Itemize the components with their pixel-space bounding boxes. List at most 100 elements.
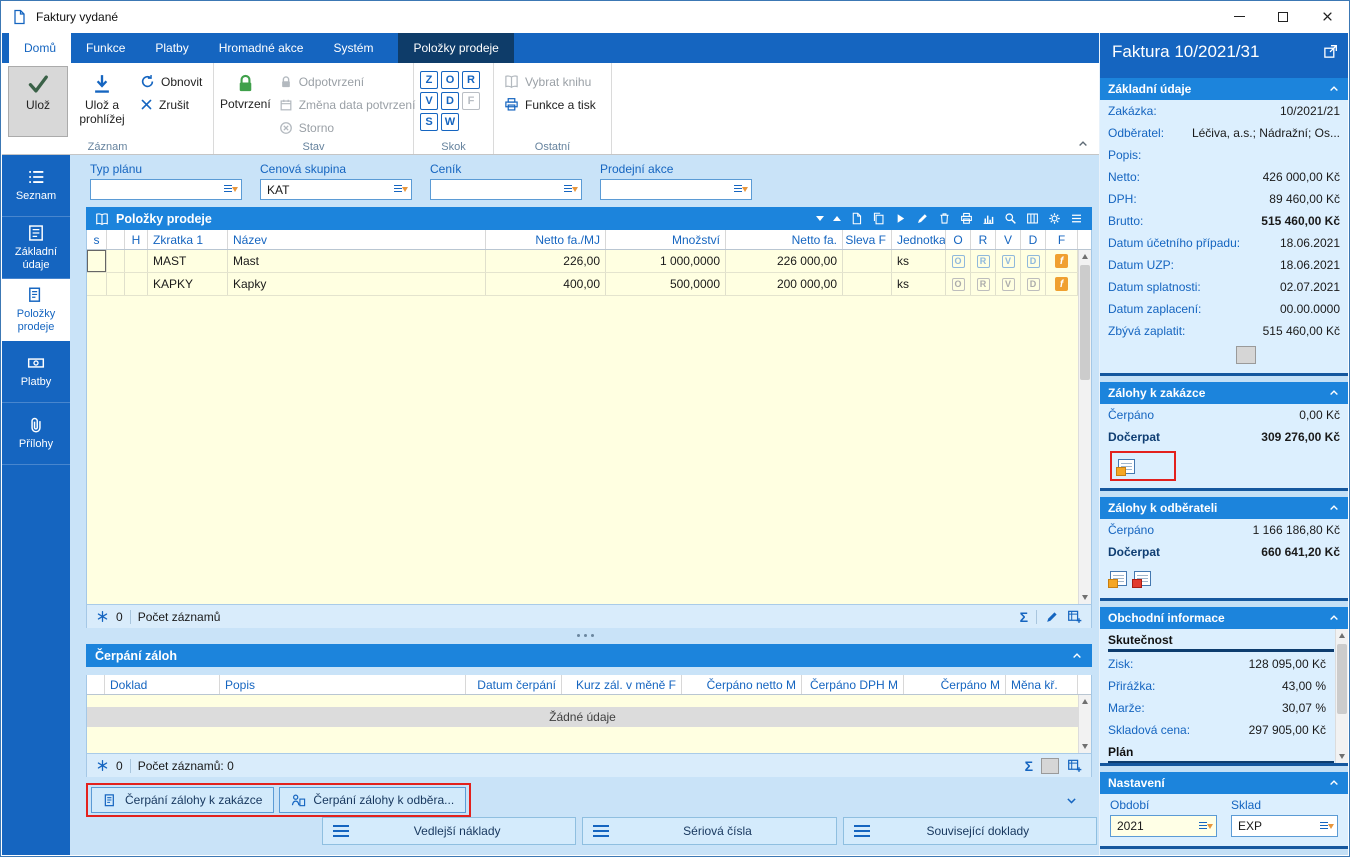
typ-planu-combobox[interactable] xyxy=(90,179,242,200)
scrollbar-thumb[interactable] xyxy=(1080,265,1090,380)
tab-domu[interactable]: Domů xyxy=(9,33,71,63)
tab-system[interactable]: Systém xyxy=(318,33,388,63)
column-header-cerpano[interactable]: Čerpáno M xyxy=(904,675,1006,694)
column-header-sleva[interactable]: Sleva F xyxy=(843,230,892,249)
flag-d-icon[interactable]: D xyxy=(1027,255,1040,268)
flag-f-icon[interactable]: f xyxy=(1055,254,1068,268)
table-add-icon[interactable] xyxy=(1067,609,1082,624)
copy-row-icon[interactable] xyxy=(872,212,885,225)
advance-doc-warning-icon[interactable] xyxy=(1134,571,1151,586)
scroll-down-arrow-icon[interactable] xyxy=(1079,591,1091,604)
cerpani-zalohy-k-zakazce-button[interactable]: Čerpání zálohy k zakázce xyxy=(91,787,274,813)
column-header-h[interactable]: H xyxy=(125,230,148,249)
jump-tile-r[interactable]: R xyxy=(462,71,480,89)
column-header-f[interactable]: F xyxy=(1046,230,1078,249)
jump-tile-w[interactable]: W xyxy=(441,113,459,131)
delete-trash-icon[interactable] xyxy=(938,212,951,225)
sidebar-item-polozky-prodeje[interactable]: Položky prodeje xyxy=(2,279,70,341)
column-header-netto-mj[interactable]: Netto fa./MJ xyxy=(486,230,606,249)
collapse-chevron-up-icon[interactable] xyxy=(1328,612,1340,624)
table-row[interactable]: KAPKY Kapky 400,00 500,0000 200 000,00 k… xyxy=(87,273,1078,296)
window-close-button[interactable] xyxy=(1305,1,1349,32)
collapse-chevron-up-icon[interactable] xyxy=(1328,83,1340,95)
section-header[interactable]: Zálohy k odběrateli xyxy=(1100,497,1348,519)
column-header-marker[interactable] xyxy=(107,230,125,249)
confirm-button[interactable]: Potvrzení xyxy=(220,66,271,137)
cell-netto-mj[interactable]: 226,00 xyxy=(486,250,606,272)
cell-marker[interactable] xyxy=(107,273,125,295)
prodejni-akce-combobox[interactable] xyxy=(600,179,752,200)
column-header-s[interactable]: s xyxy=(87,230,107,249)
collapse-chevron-up-icon[interactable] xyxy=(1071,650,1083,662)
flag-d-icon[interactable]: D xyxy=(1027,278,1040,291)
flag-r-icon[interactable]: R xyxy=(977,278,990,291)
caret-up-icon[interactable] xyxy=(833,216,841,221)
cell-nazev[interactable]: Kapky xyxy=(228,273,486,295)
run-icon[interactable] xyxy=(894,212,907,225)
cerpani-zalohy-k-odberateli-button[interactable]: Čerpání zálohy k odběra... xyxy=(279,787,466,813)
table-row[interactable]: MAST Mast 226,00 1 000,0000 226 000,00 k… xyxy=(87,250,1078,273)
obdobi-combobox[interactable]: 2021 xyxy=(1110,815,1217,837)
sum-icon[interactable]: Σ xyxy=(1025,759,1033,773)
combo-dropdown-icon[interactable] xyxy=(1319,820,1334,833)
items-vertical-scrollbar[interactable] xyxy=(1078,250,1091,604)
sum-icon[interactable]: Σ xyxy=(1020,610,1028,624)
column-header-mnozstvi[interactable]: Množství xyxy=(606,230,726,249)
vedlejsi-naklady-button[interactable]: Vedlejší náklady xyxy=(322,817,576,845)
cell-h[interactable] xyxy=(125,273,148,295)
table-add-icon[interactable] xyxy=(1067,758,1082,773)
flag-v-icon[interactable]: V xyxy=(1002,278,1015,291)
tab-platby[interactable]: Platby xyxy=(140,33,203,63)
section-header[interactable]: Základní údaje xyxy=(1100,78,1348,100)
functions-print-button[interactable]: Funkce a tisk xyxy=(500,94,600,115)
jump-tile-d[interactable]: D xyxy=(441,92,459,110)
cell-mnozstvi[interactable]: 500,0000 xyxy=(606,273,726,295)
column-header-datum[interactable]: Datum čerpání xyxy=(466,675,562,694)
jump-tile-z[interactable]: Z xyxy=(420,71,438,89)
cell-zkratka[interactable]: KAPKY xyxy=(148,273,228,295)
column-header-doklad[interactable]: Doklad xyxy=(105,675,220,694)
column-header-cerpano-dph[interactable]: Čerpáno DPH M xyxy=(802,675,904,694)
column-header-marker[interactable] xyxy=(87,675,105,694)
cell-netto-mj[interactable]: 400,00 xyxy=(486,273,606,295)
flag-o-icon[interactable]: O xyxy=(952,255,965,268)
collapse-chevron-up-icon[interactable] xyxy=(1328,387,1340,399)
tab-polozky-prodeje-context[interactable]: Položky prodeje xyxy=(398,33,513,63)
section-header[interactable]: Zálohy k zakázce xyxy=(1100,382,1348,404)
window-maximize-button[interactable] xyxy=(1261,1,1305,32)
section-header[interactable]: Obchodní informace xyxy=(1100,607,1348,629)
edit-pencil-icon[interactable] xyxy=(1045,610,1059,624)
cell-mnozstvi[interactable]: 1 000,0000 xyxy=(606,250,726,272)
column-header-v[interactable]: V xyxy=(996,230,1021,249)
section-header[interactable]: Nastavení xyxy=(1100,772,1348,794)
scroll-down-arrow-icon[interactable] xyxy=(1336,750,1348,763)
cell-selector[interactable] xyxy=(87,250,107,272)
flag-o-icon[interactable]: O xyxy=(952,278,965,291)
scroll-down-arrow-icon[interactable] xyxy=(1079,740,1091,753)
save-and-view-button[interactable]: Ulož a prohlížej xyxy=(72,66,132,137)
ribbon-collapse-chevron-icon[interactable] xyxy=(1077,138,1089,150)
window-minimize-button[interactable] xyxy=(1217,1,1261,32)
search-icon[interactable] xyxy=(1004,212,1017,225)
collapse-chevron-up-icon[interactable] xyxy=(1328,777,1340,789)
sklad-combobox[interactable]: EXP xyxy=(1231,815,1338,837)
column-header-mena[interactable]: Měna kř. xyxy=(1006,675,1078,694)
cell-netto-fa[interactable]: 200 000,00 xyxy=(726,273,843,295)
jump-tile-s[interactable]: S xyxy=(420,113,438,131)
tab-funkce[interactable]: Funkce xyxy=(71,33,140,63)
sidebar-item-platby[interactable]: Platby xyxy=(2,341,70,403)
cell-jednotka[interactable]: ks xyxy=(892,273,946,295)
cerpani-vertical-scrollbar[interactable] xyxy=(1078,695,1091,753)
combo-dropdown-icon[interactable] xyxy=(1198,820,1213,833)
scrollbar-thumb[interactable] xyxy=(1337,644,1347,714)
gear-icon[interactable] xyxy=(1048,212,1061,225)
panel-splitter[interactable] xyxy=(70,628,1101,642)
sidebar-item-prilohy[interactable]: Přílohy xyxy=(2,403,70,465)
cell-nazev[interactable]: Mast xyxy=(228,250,486,272)
cenik-combobox[interactable] xyxy=(430,179,582,200)
flag-f-icon[interactable]: f xyxy=(1055,277,1068,291)
edit-pencil-icon[interactable] xyxy=(916,212,929,225)
flag-r-icon[interactable]: R xyxy=(977,255,990,268)
sidebar-item-seznam[interactable]: Seznam xyxy=(2,155,70,217)
panel-chevron-down-icon[interactable] xyxy=(1065,794,1078,807)
